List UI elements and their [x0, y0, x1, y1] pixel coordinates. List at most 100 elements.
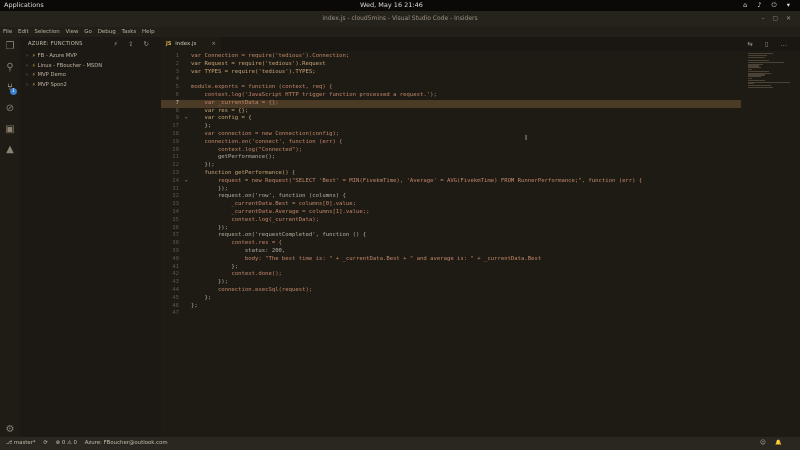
system-top-bar: Applications Wed, May 16 21:46 ⌂ ♪ ⏻ ▾ [0, 0, 800, 11]
tree-item[interactable]: › ⚡ Linux - FBoucher - MSDN [26, 62, 102, 72]
sidebar-toolbar[interactable]: ⚡ ⇪ ↻ [113, 40, 153, 48]
system-clock[interactable]: Wed, May 16 21:46 [360, 0, 423, 11]
code-line[interactable]: 37 request.on('requestCompleted', functi… [161, 232, 741, 240]
code-line[interactable]: 21 getPerformance(); [161, 154, 741, 162]
code-text: context.log('JavaScript HTTP trigger fun… [191, 92, 437, 98]
code-text: connection.execSql(request); [191, 287, 313, 293]
code-text: status: 200, [191, 248, 286, 254]
line-number: 7 [175, 99, 179, 106]
line-number: 38 [172, 240, 179, 247]
code-line[interactable]: 42 context.done(); [161, 271, 741, 279]
system-tray[interactable]: ⌂ ♪ ⏻ ▾ [743, 0, 794, 11]
window-controls[interactable]: – ▢ ✕ [761, 11, 794, 27]
tree-item[interactable]: › ⚡ FB - Azure MVP [26, 52, 102, 62]
git-branch[interactable]: ⎇ master* [6, 440, 36, 446]
menu-help[interactable]: Help [142, 29, 155, 35]
menu-view[interactable]: View [65, 29, 78, 35]
line-number: 40 [172, 255, 179, 262]
code-line[interactable]: 34 _currentData.Average = columns[1].val… [161, 209, 741, 217]
code-line[interactable]: 2 var Request = require('tedious').Reques… [161, 61, 741, 69]
code-text: request.on('requestCompleted', function … [191, 232, 367, 239]
menu-selection[interactable]: Selection [34, 29, 59, 35]
menu-tasks[interactable]: Tasks [122, 29, 137, 35]
code-text: }; [191, 263, 239, 270]
search-icon[interactable]: ⚲ [4, 62, 16, 74]
code-text: var _currentData = {}; [191, 99, 279, 106]
code-line[interactable]: 18 var connection = new Connection(confi… [161, 131, 741, 139]
code-line[interactable]: 3 var TYPES = require('tedious').TYPES; [161, 69, 741, 77]
code-text: var config = { [191, 115, 252, 122]
azure-icon[interactable]: ▲ [4, 144, 16, 156]
code-text: connection.on('connect', function (err) … [191, 138, 343, 145]
code-line[interactable]: 46}; [161, 303, 741, 311]
line-number: 4 [175, 76, 179, 83]
line-number: 3 [175, 68, 179, 75]
code-line[interactable]: 7 var _currentData = {}; [161, 99, 741, 108]
fold-chevron-icon[interactable]: ▸ [185, 115, 188, 123]
code-line[interactable]: 6 context.log('JavaScript HTTP trigger f… [161, 92, 741, 100]
code-line[interactable]: 22 }); [161, 162, 741, 170]
code-line[interactable]: 44 connection.execSql(request); [161, 287, 741, 295]
applications-menu[interactable]: Applications [4, 0, 44, 11]
line-number: 8 [175, 107, 179, 114]
close-icon[interactable]: × [211, 37, 216, 51]
code-line[interactable]: 33 _currentData.Best = columns[0].value; [161, 201, 741, 209]
line-number: 5 [175, 84, 179, 91]
line-number: 2 [175, 60, 179, 67]
sidebar-header: AZURE: FUNCTIONS [28, 41, 83, 47]
tab-index-js[interactable]: JS index.js × [161, 37, 221, 51]
fold-chevron-icon[interactable]: ▸ [185, 178, 188, 186]
code-line[interactable]: 8 var res = {}; [161, 108, 741, 116]
code-line[interactable]: 38 context.res = { [161, 240, 741, 248]
code-line[interactable]: 4 [161, 76, 741, 84]
code-line[interactable]: 1 var Connection = require('tedious').Con… [161, 53, 741, 61]
minimap[interactable] [748, 53, 790, 123]
code-line[interactable]: 31 }); [161, 186, 741, 194]
line-number: 35 [172, 216, 179, 223]
code-line[interactable]: 24 ▸ request = new Request("SELECT 'Best'… [161, 178, 741, 186]
code-line[interactable]: 17 }; [161, 123, 741, 131]
tree-item[interactable]: › ⚡ MVP Demo [26, 71, 102, 81]
status-right-icons[interactable]: ☺ 🔔 [760, 437, 786, 450]
code-line[interactable]: 40 body: "The best time is: " + _current… [161, 256, 741, 264]
code-line[interactable]: 20 context.log("Connected"); [161, 147, 741, 155]
code-line[interactable]: 9 ▸ var config = { [161, 115, 741, 123]
code-line[interactable]: 19 connection.on('connect', function (er… [161, 139, 741, 147]
code-line[interactable]: 43 }); [161, 279, 741, 287]
code-line[interactable]: 23 function getPerformance() { [161, 170, 741, 178]
code-line[interactable]: 45 }; [161, 295, 741, 303]
line-number: 6 [175, 92, 179, 98]
code-text: var connection = new Connection(config); [191, 131, 340, 137]
code-text: request = new Request("SELECT 'Best' = M… [191, 177, 643, 184]
code-line[interactable]: 41 }; [161, 264, 741, 272]
menu-go[interactable]: Go [84, 29, 92, 35]
code-line[interactable]: 39 status: 200, [161, 248, 741, 256]
code-line[interactable]: 35 context.log(_currentData); [161, 217, 741, 225]
code-line[interactable]: 47 [161, 310, 741, 318]
code-line[interactable]: 5 module.exports = function (context, req… [161, 84, 741, 92]
code-editor[interactable]: 1 var Connection = require('tedious').Con… [161, 53, 741, 353]
code-text: }); [191, 185, 229, 192]
debug-icon[interactable]: ⊘ [4, 103, 16, 115]
azure-account[interactable]: Azure: FBoucher@outlook.com [85, 440, 168, 446]
editor-tab-bar: JS index.js × ⇆ ▯ … [161, 37, 800, 51]
sync-icon[interactable]: ⟳ [43, 440, 48, 446]
tree-item[interactable]: › ⚡ MVP Spon2 [26, 81, 102, 91]
code-line[interactable]: 32 request.on('row', function (columns) … [161, 193, 741, 201]
menu-edit[interactable]: Edit [18, 29, 29, 35]
code-line[interactable]: 36 }); [161, 225, 741, 233]
line-number: 45 [172, 294, 179, 301]
line-number: 22 [172, 162, 179, 169]
code-text: var res = {}; [191, 107, 249, 114]
files-icon[interactable]: ❐ [4, 41, 16, 53]
extensions-icon[interactable]: ▣ [4, 124, 16, 136]
line-number: 41 [172, 263, 179, 270]
code-text: }); [191, 279, 229, 286]
settings-gear-icon[interactable]: ⚙ [4, 424, 16, 436]
problems-indicator[interactable]: ⊗ 0 ⚠ 0 [56, 440, 77, 446]
editor-actions[interactable]: ⇆ ▯ … [747, 37, 792, 51]
menu-debug[interactable]: Debug [98, 29, 116, 35]
azure-functions-sidebar: AZURE: FUNCTIONS ⚡ ⇪ ↻ › ⚡ FB - Azure MVP … [20, 37, 161, 437]
menu-file[interactable]: File [3, 29, 12, 35]
code-text: context.log("Connected"); [191, 146, 303, 153]
